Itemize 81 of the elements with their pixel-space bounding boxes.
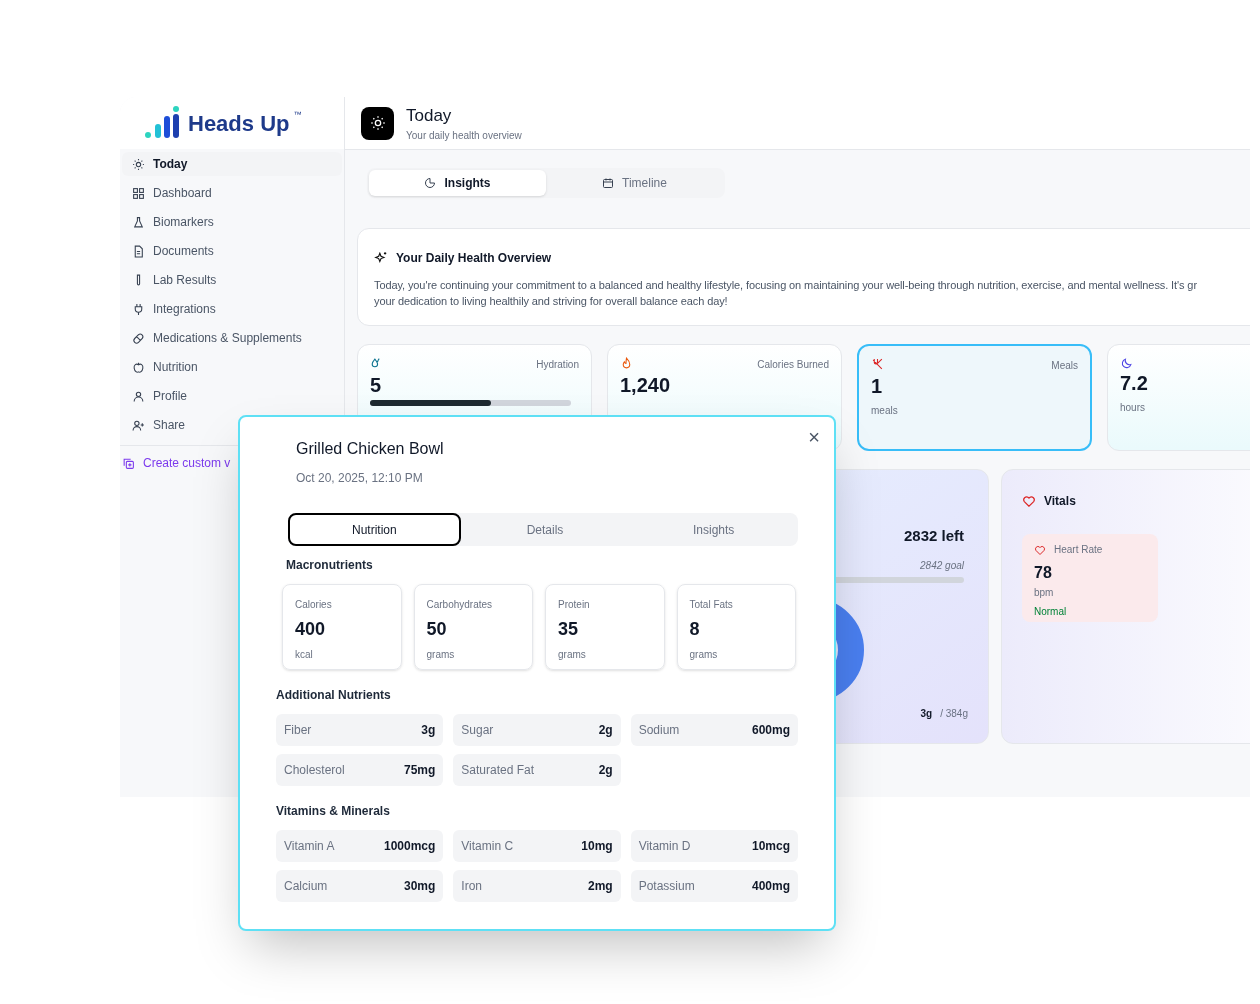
sidebar-item[interactable]: Biomarkers	[122, 210, 342, 234]
nutrient-amount: 2g	[598, 762, 613, 779]
nutrient-name: Sodium	[638, 722, 680, 739]
sidebar-item[interactable]: Dashboard	[122, 181, 342, 205]
nutrient-amount: 3g	[421, 722, 436, 739]
meal-date: Oct 20, 2025, 12:10 PM	[296, 470, 424, 487]
sidebar-item[interactable]: Medications & Supplements	[122, 326, 342, 350]
macro-value: 8	[689, 618, 701, 641]
sidebar-item[interactable]: Profile	[122, 384, 342, 408]
close-button[interactable]: ×	[808, 427, 820, 447]
tab[interactable]: Nutrition	[288, 513, 461, 546]
stat-label: Meals	[1051, 359, 1078, 373]
stat-value: 5	[370, 373, 383, 398]
section-title: Additional Nutrients	[276, 687, 392, 704]
vital-unit: bpm	[1034, 586, 1055, 600]
sidebar-item[interactable]: Lab Results	[122, 268, 342, 292]
nutrient-amount: 2g	[598, 722, 613, 739]
tab[interactable]: Insights	[629, 513, 798, 546]
nutrient-name: Saturated Fat	[461, 762, 535, 779]
overview-text: Today, you're continuing your commitment to a balanced and healthy lifestyle, focusing on maintaining your well-being through nutrition, exercise, and mental wellness. It's gr your dedication to living healthily and striving for overall balance each day!	[374, 278, 1198, 309]
nutrient-name: Fiber	[284, 722, 312, 739]
sidebar-item[interactable]: Integrations	[122, 297, 342, 321]
brand-name: Heads Up	[188, 109, 290, 138]
nutrient-name: Cholesterol	[284, 762, 345, 779]
nutrient-name: Calcium	[284, 878, 328, 895]
tab[interactable]: Details	[460, 513, 630, 546]
page-subtitle: Your daily health overview	[406, 129, 522, 144]
eaten-amount: 3g	[920, 707, 933, 721]
vitals-title: Vitals	[1044, 493, 1076, 510]
overview-title: Your Daily Health Overview	[396, 250, 552, 267]
nutrient-amount: 75mg	[403, 762, 436, 779]
vital-label: Heart Rate	[1054, 543, 1103, 557]
nutrient-amount: 10mcg	[751, 838, 790, 855]
macro-label: Protein	[558, 598, 591, 612]
trademark-sign: ™	[293, 109, 302, 121]
stat-label: Hydration	[536, 358, 579, 372]
tab[interactable]: Timeline	[546, 170, 723, 196]
nutrient-name: Sugar	[461, 722, 494, 739]
macro-value: 400	[295, 618, 327, 641]
create-custom-link[interactable]: Create custom v	[122, 454, 238, 472]
macro-unit: kcal	[295, 648, 314, 662]
stat-unit: hours	[1120, 401, 1146, 415]
stat-value: 1	[871, 374, 884, 399]
nutrient-amount: 10mg	[581, 838, 613, 855]
macro-value: 50	[426, 618, 448, 641]
macro-unit: grams	[689, 648, 719, 662]
nutrient-name: Potassium	[638, 878, 695, 895]
stat-value: 1,240	[620, 373, 672, 398]
stat-card[interactable]: Meals 1 meals	[857, 344, 1092, 451]
stat-value: 7.2	[1120, 371, 1149, 396]
total-amount: / 384g	[940, 707, 968, 721]
sidebar-item[interactable]: Share	[122, 413, 342, 437]
nutrient-name: Vitamin D	[638, 838, 691, 855]
macro-unit: grams	[558, 648, 587, 662]
sidebar-item[interactable]: Documents	[122, 239, 342, 263]
sidebar-item[interactable]: Nutrition	[122, 355, 342, 379]
calorie-goal: 2842 goal	[920, 558, 964, 573]
macro-unit: grams	[426, 648, 456, 662]
macro-label: Calories	[295, 598, 333, 612]
nutrient-amount: 400mg	[751, 878, 790, 895]
vital-value: 78	[1034, 563, 1053, 583]
calories-left: 2832 left	[903, 526, 964, 546]
nutrient-name: Vitamin C	[461, 838, 514, 855]
page-title: Today	[406, 104, 453, 127]
stat-label: Calories Burned	[757, 358, 829, 372]
nutrient-name: Iron	[461, 878, 482, 895]
nutrient-name: Vitamin A	[284, 838, 335, 855]
section-title: Macronutrients	[286, 557, 374, 574]
nutrient-amount: 2mg	[587, 878, 613, 895]
macro-label: Carbohydrates	[426, 598, 494, 612]
macro-label: Total Fats	[689, 598, 734, 612]
stat-card[interactable]: 7.2 hours	[1107, 344, 1250, 451]
stat-unit: meals	[871, 404, 899, 418]
tab[interactable]: Insights	[369, 170, 546, 196]
sidebar-item[interactable]: Today	[122, 152, 342, 176]
nutrient-amount: 1000mcg	[383, 838, 436, 855]
macro-value: 35	[558, 618, 580, 641]
section-title: Vitamins & Minerals	[276, 803, 391, 820]
nutrient-amount: 30mg	[403, 878, 436, 895]
nutrient-amount: 600mg	[751, 722, 790, 739]
vital-status: Normal	[1034, 605, 1068, 619]
